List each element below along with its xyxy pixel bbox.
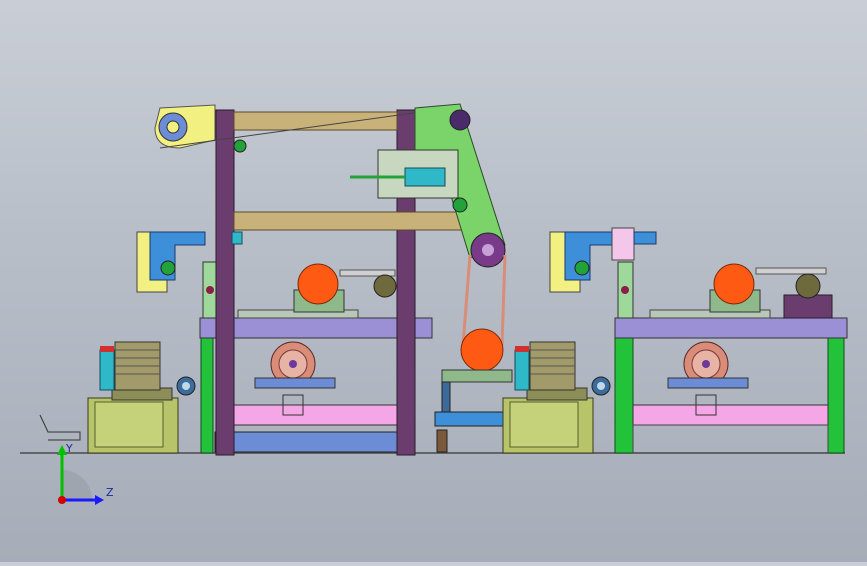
idler-roller [233,139,247,153]
drive-belt-right [500,254,507,346]
tower-motor [297,263,339,305]
tower-flywheel-mount [254,377,336,389]
drive-motor-base [441,369,513,383]
middle-hydraulic-unit[interactable] [502,341,611,454]
right-lower-frame [632,424,829,454]
valve-block-left [99,349,115,391]
right-pink-block [611,227,635,261]
triad-x-dot [58,496,66,504]
left-pedal [39,414,81,441]
right-pink-plate [632,404,829,426]
right-blue-arm [633,231,657,245]
drive-base-plate [434,411,511,427]
right-motor-shaft [755,267,827,275]
tower-flywheel-hub [289,360,297,368]
triad-z-label: Z [106,486,114,499]
right-green-post [614,337,634,454]
right-bracket-bolt [621,286,629,294]
left-bracket-roller [160,260,176,276]
gauge-face-middle [597,382,605,390]
tank-panel-middle [509,401,579,448]
drive-pulley-hub [482,244,494,256]
drive-support [441,381,451,415]
tower-green-post [200,337,214,454]
tower-pink-plate [233,404,413,426]
arm-pulley-hub [166,120,180,134]
tank-panel-left [94,401,164,448]
right-flywheel-hub [702,360,710,368]
tensioner-block [404,167,446,187]
drive-foot [436,429,448,453]
right-bracket-roller [574,260,590,276]
right-flywheel-mount [667,377,749,389]
cad-drawing[interactable]: Y Z [0,0,867,562]
swing-arm-pivot [449,109,471,131]
right-station[interactable] [549,227,848,454]
tower-gear [373,274,397,298]
left-bracket-blue [149,231,206,281]
right-gear [795,273,821,299]
triad-plane [62,470,92,500]
left-hydraulic-unit[interactable] [39,341,196,454]
valve-block-middle [514,349,530,391]
gauge-face-left [182,382,190,390]
valve-cap-middle [515,346,529,352]
valve-cap-left [100,346,114,352]
tensioner-wheel [452,197,468,213]
tower-beam-top [233,111,398,131]
cad-viewport[interactable]: Y Z [0,0,867,562]
bracket-bolt [206,286,214,294]
triad-z-arrow [95,495,104,505]
triad-y-label: Y [65,442,73,455]
tower-base-plate [214,431,416,453]
right-bracket-blue [564,231,613,281]
drive-motor [460,328,504,372]
drive-belt-left [461,254,472,346]
right-lavender-plate [614,317,848,339]
tower-post-left [215,109,235,456]
right-green-post-2 [827,337,845,454]
tower-beam-middle [233,211,491,231]
right-motor [713,263,755,305]
left-bracket-clip [231,231,243,245]
